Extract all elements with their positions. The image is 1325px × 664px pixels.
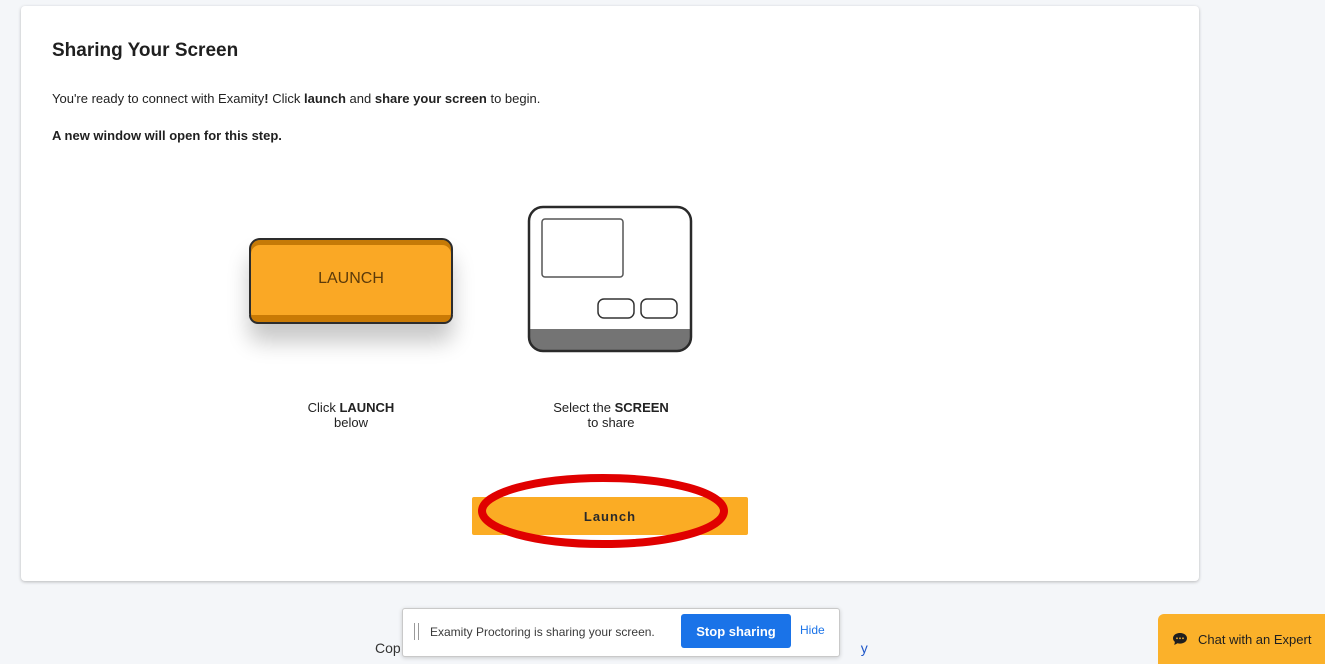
- launch-key-label: LAUNCH: [318, 270, 384, 287]
- launch-button[interactable]: Launch: [472, 497, 748, 535]
- footer-link[interactable]: y: [861, 640, 868, 656]
- chat-label: Chat with an Expert: [1198, 631, 1312, 647]
- launch-key-illustration: LAUNCH: [249, 238, 453, 324]
- step1-caption: Click LAUNCH below: [307, 400, 395, 430]
- intro-text: You're ready to connect with Examity! Cl…: [52, 91, 541, 106]
- step2-caption: Select the SCREEN to share: [553, 400, 669, 430]
- new-window-note: A new window will open for this step.: [52, 128, 282, 143]
- screen-sharing-bar: Examity Proctoring is sharing your scree…: [402, 608, 840, 657]
- screen-select-illustration: [527, 205, 693, 353]
- chat-bubble-icon: [1173, 633, 1187, 645]
- chat-with-expert-button[interactable]: Chat with an Expert: [1158, 614, 1325, 664]
- stop-sharing-button[interactable]: Stop sharing: [681, 614, 791, 648]
- screen-share-card: Sharing Your Screen You're ready to conn…: [21, 6, 1199, 581]
- hide-button[interactable]: Hide: [800, 623, 825, 637]
- drag-handle-icon[interactable]: [414, 623, 419, 640]
- page-title: Sharing Your Screen: [52, 40, 239, 61]
- sharing-message: Examity Proctoring is sharing your scree…: [430, 625, 655, 639]
